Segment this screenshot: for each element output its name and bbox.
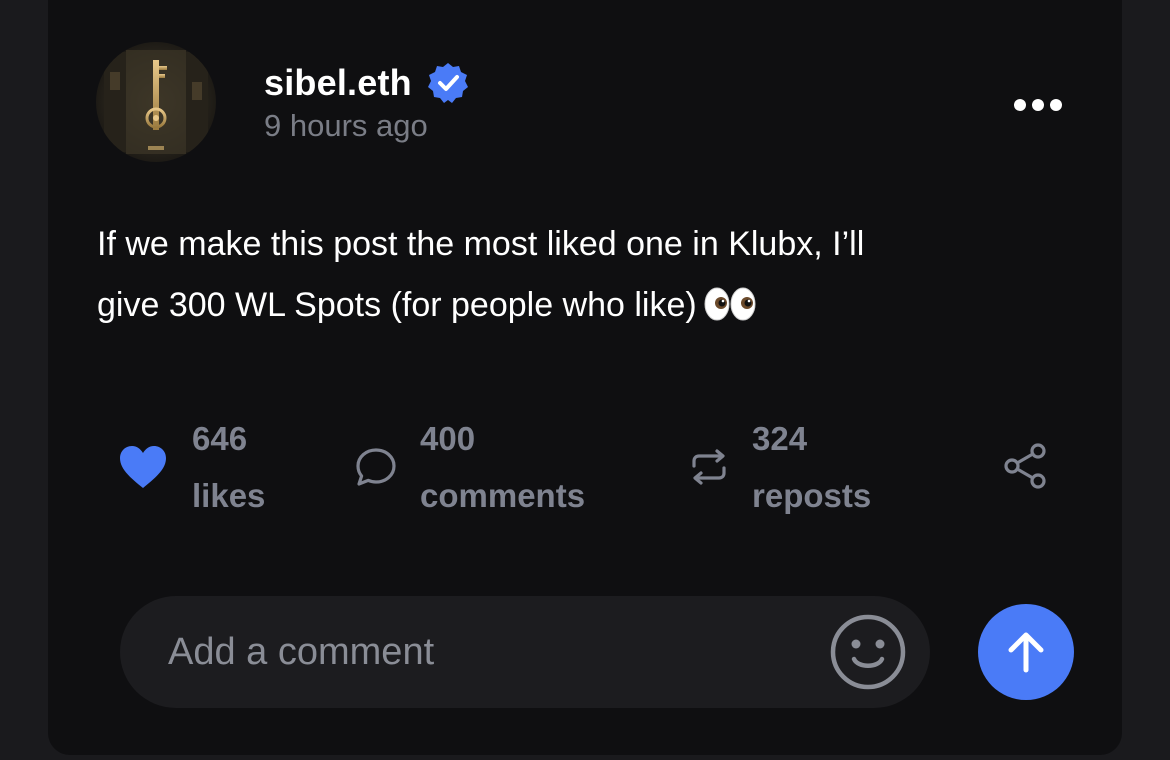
comment-input[interactable]	[168, 624, 808, 680]
likes-label: likes	[192, 477, 266, 514]
smiley-icon	[830, 614, 906, 690]
comment-button[interactable]: 400 comments	[354, 410, 585, 524]
likes-count: 646	[192, 420, 248, 457]
arrow-up-icon	[1008, 632, 1044, 673]
emoji-picker-button[interactable]	[828, 612, 908, 692]
comments-count: 400	[420, 420, 476, 457]
share-icon	[1004, 443, 1046, 489]
author-row: sibel.eth	[264, 60, 470, 106]
reposts-label: reposts	[752, 477, 872, 514]
share-button[interactable]	[1002, 442, 1050, 490]
dot-icon	[1032, 99, 1044, 111]
post-text-line: If we make this post the most liked one …	[97, 225, 865, 263]
comment-bubble-icon	[356, 448, 396, 486]
post-text-line: give 300 WL Spots (for people who like)	[97, 286, 697, 324]
eyes-emoji-icon	[704, 287, 756, 321]
verified-badge-icon	[427, 63, 468, 103]
repost-icon	[692, 449, 726, 485]
comment-composer	[120, 596, 930, 708]
dot-icon	[1014, 99, 1026, 111]
post-body: If we make this post the most liked one …	[97, 214, 1097, 336]
likes-count-group: 646 likes	[192, 410, 265, 524]
dot-icon	[1050, 99, 1062, 111]
heart-icon	[120, 446, 166, 488]
comments-label: comments	[420, 477, 586, 514]
username[interactable]: sibel.eth	[264, 62, 412, 104]
reposts-count: 324	[752, 420, 808, 457]
post-text-line-2: give 300 WL Spots (for people who like)	[97, 275, 1097, 336]
send-comment-button[interactable]	[978, 604, 1074, 700]
avatar-image	[96, 42, 216, 162]
reposts-count-group: 324 reposts	[752, 410, 871, 524]
like-button[interactable]: 646 likes	[118, 410, 265, 524]
comments-count-group: 400 comments	[420, 410, 585, 524]
more-options-button[interactable]	[1006, 88, 1070, 122]
avatar[interactable]	[96, 42, 216, 162]
post-timestamp: 9 hours ago	[264, 108, 428, 143]
repost-button[interactable]: 324 reposts	[688, 410, 871, 524]
